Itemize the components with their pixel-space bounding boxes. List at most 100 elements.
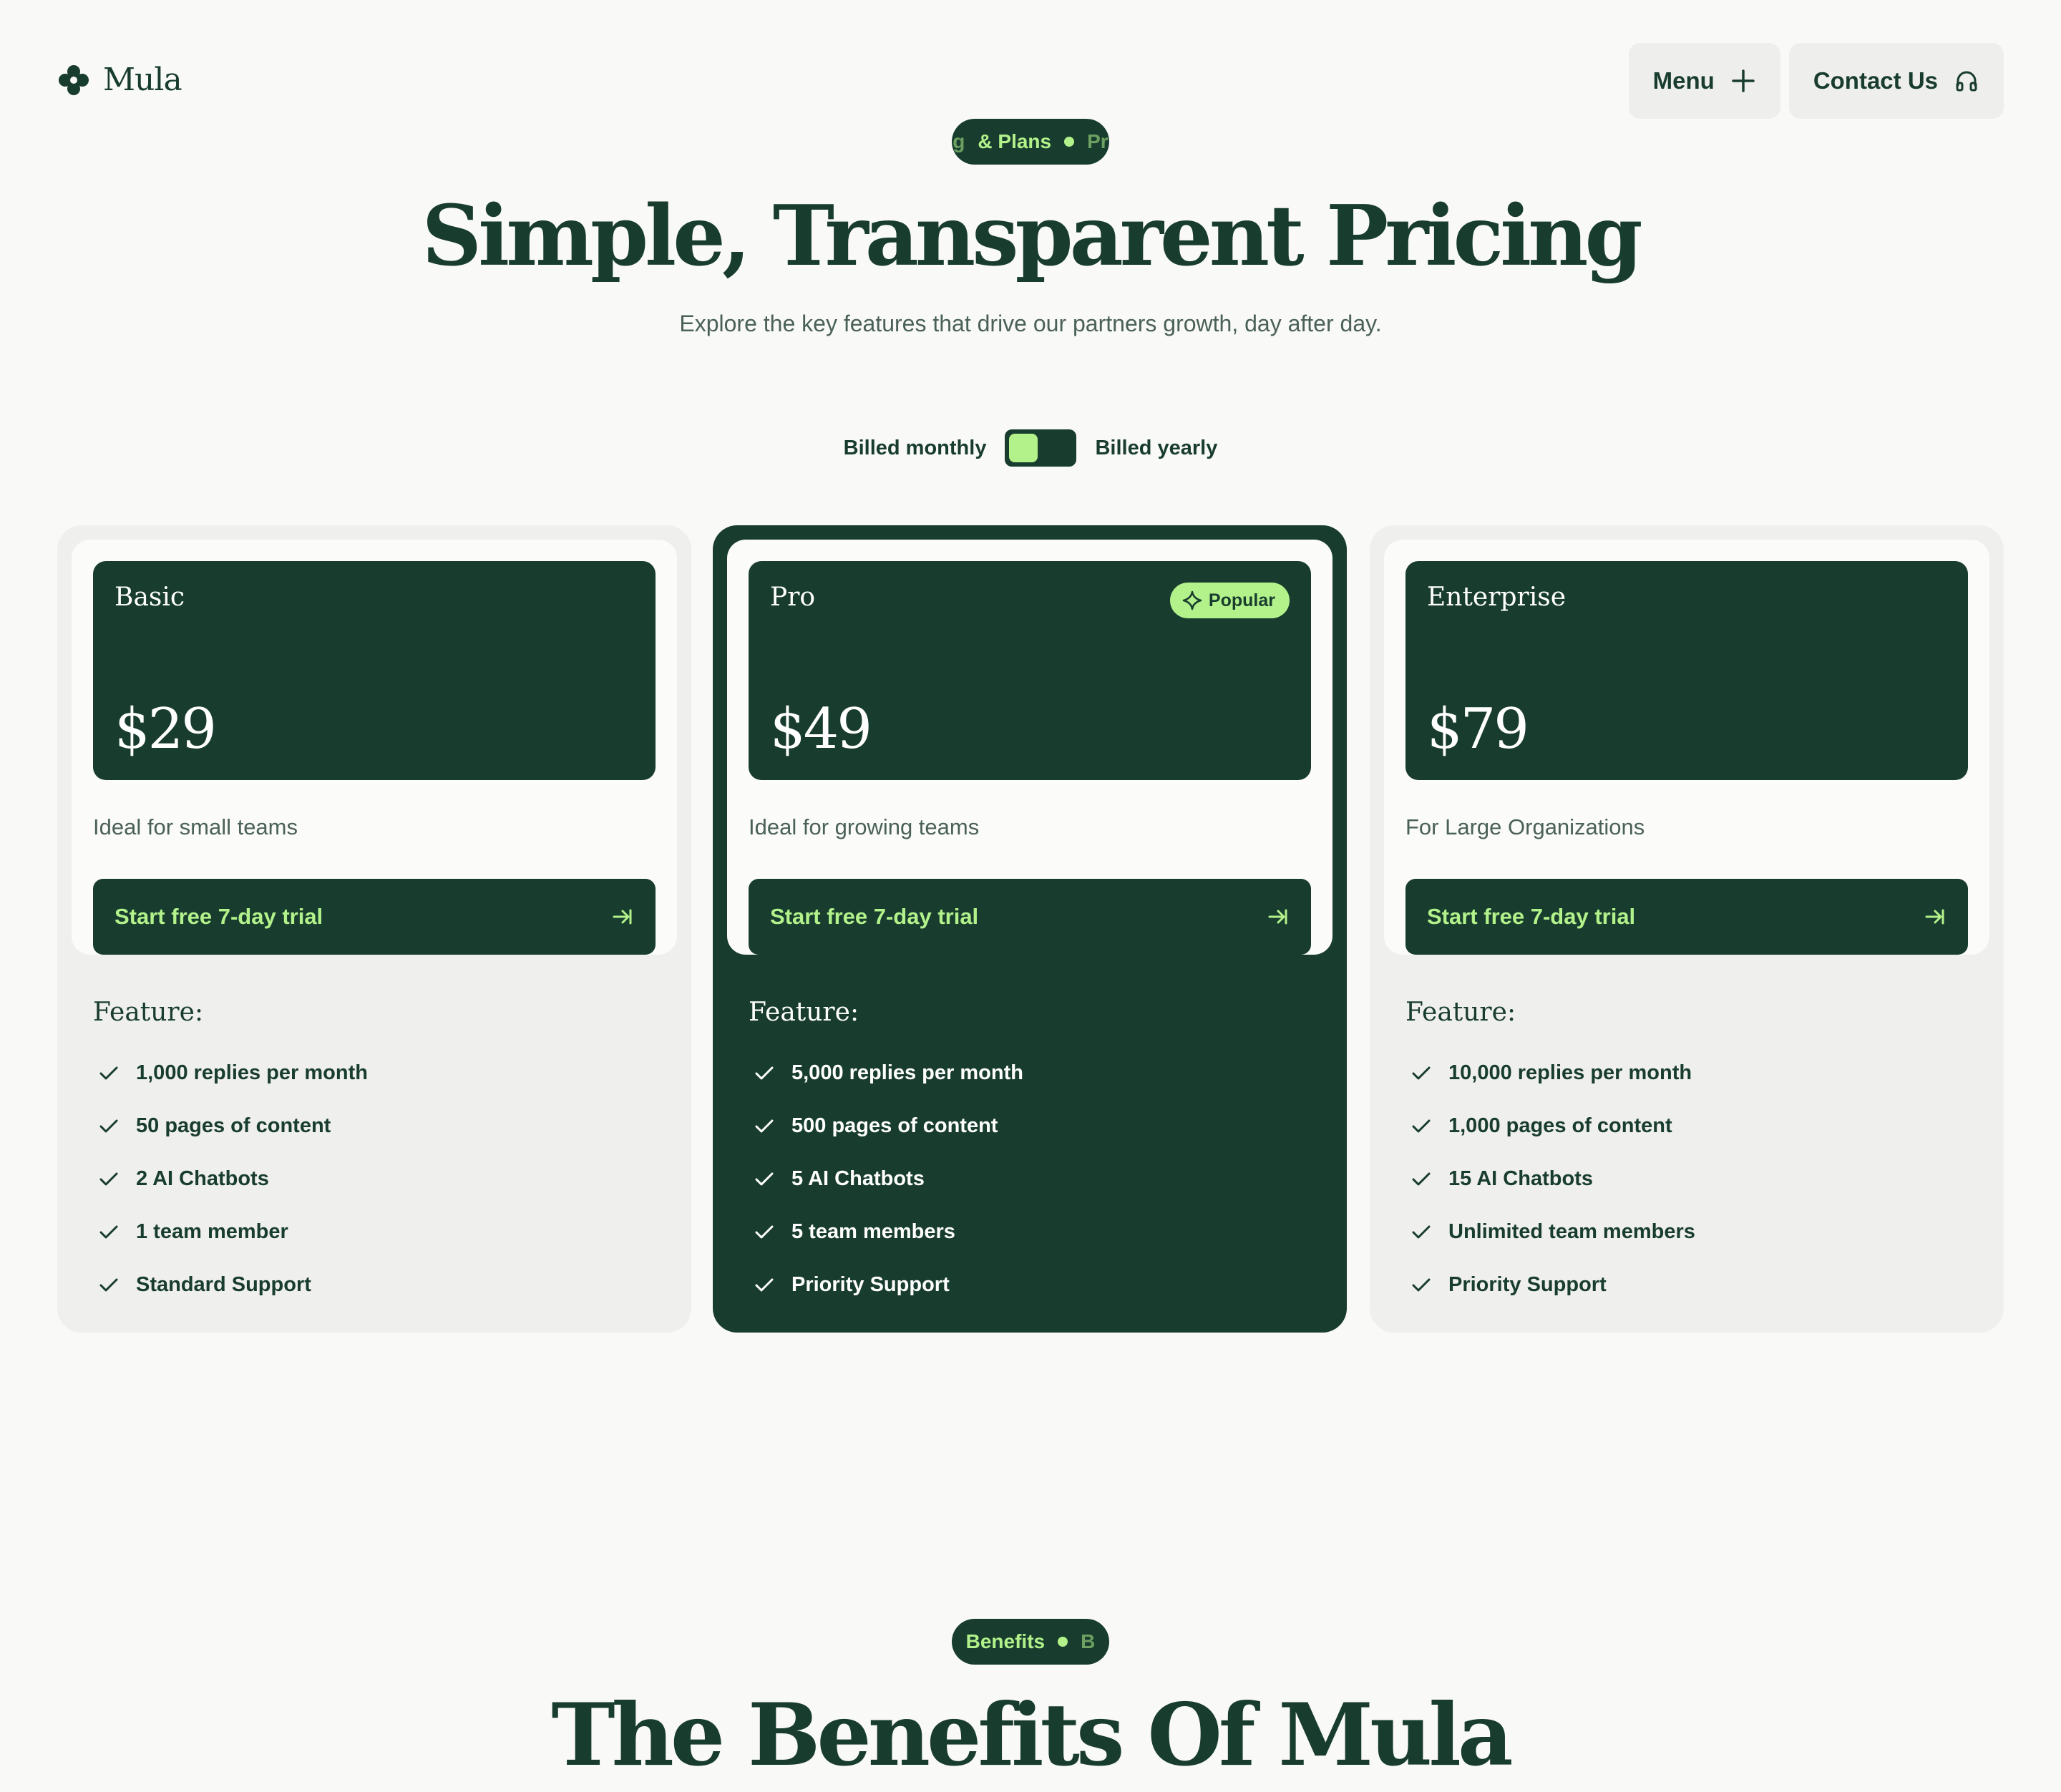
- feature-text: 50 pages of content: [136, 1114, 331, 1137]
- feature-text: 1 team member: [136, 1219, 288, 1243]
- pill-dot: [1058, 1637, 1068, 1647]
- feature-item: 1,000 pages of content: [1410, 1099, 1695, 1152]
- feature-list: 1,000 replies per month 50 pages of cont…: [97, 1046, 368, 1311]
- cta-label: Start free 7-day trial: [1427, 904, 1636, 929]
- price-box: Basic $29: [93, 561, 656, 780]
- feature-item: 10,000 replies per month: [1410, 1046, 1695, 1099]
- feature-list: 10,000 replies per month 1,000 pages of …: [1410, 1046, 1695, 1311]
- feature-text: 5,000 replies per month: [791, 1061, 1023, 1084]
- billing-toggle[interactable]: [1005, 429, 1077, 467]
- benefits-pill: Benefits B: [952, 1619, 1109, 1665]
- price-box: Enterprise $79: [1405, 561, 1968, 780]
- check-icon: [99, 1119, 118, 1133]
- feature-item: Standard Support: [97, 1258, 368, 1311]
- feature-item: 1 team member: [97, 1205, 368, 1258]
- sparkle-icon: [1182, 590, 1202, 610]
- menu-label: Menu: [1652, 67, 1715, 94]
- pill-fragment-right: B: [1081, 1630, 1096, 1652]
- cta-label: Start free 7-day trial: [114, 904, 323, 929]
- popular-badge: Popular: [1169, 583, 1290, 618]
- benefits-title: The Benefits Of Mula: [551, 1685, 1513, 1786]
- feature-text: 5 team members: [791, 1219, 955, 1243]
- pill-label: Benefits: [965, 1630, 1046, 1652]
- clover-icon: [59, 64, 89, 95]
- arrow-right-icon: [1268, 909, 1287, 925]
- feature-text: 15 AI Chatbots: [1448, 1167, 1593, 1190]
- plan-price: $49: [770, 697, 872, 761]
- pill-label: & Plans: [978, 130, 1052, 152]
- contact-label: Contact Us: [1813, 67, 1938, 94]
- check-icon: [99, 1066, 118, 1080]
- feature-list: 5,000 replies per month 500 pages of con…: [753, 1046, 1023, 1311]
- feature-text: 2 AI Chatbots: [136, 1167, 269, 1190]
- brand-logo[interactable]: Mula: [57, 62, 182, 98]
- feature-title: Feature:: [93, 998, 204, 1027]
- contact-us-button[interactable]: Contact Us: [1788, 43, 2004, 119]
- feature-title: Feature:: [749, 998, 859, 1027]
- feature-item: 15 AI Chatbots: [1410, 1152, 1695, 1205]
- feature-item: 500 pages of content: [753, 1099, 1023, 1152]
- plan-header: Pro Popular $49 Ideal for growing teams …: [727, 540, 1332, 955]
- check-icon: [1412, 1172, 1431, 1186]
- section-pill: g & Plans Pr: [952, 119, 1109, 165]
- feature-item: 5,000 replies per month: [753, 1046, 1023, 1099]
- plan-header: Enterprise $79 For Large Organizations S…: [1384, 540, 1989, 955]
- billed-monthly-label[interactable]: Billed monthly: [844, 437, 987, 460]
- plan-price: $29: [114, 697, 217, 761]
- page-subtitle: Explore the key features that drive our …: [679, 311, 1382, 336]
- feature-text: Standard Support: [136, 1272, 311, 1296]
- badge-label: Popular: [1208, 590, 1275, 610]
- feature-text: 1,000 replies per month: [136, 1061, 368, 1084]
- feature-text: Priority Support: [1448, 1272, 1607, 1296]
- plan-card-pro: Pro Popular $49 Ideal for growing teams …: [713, 525, 1347, 1333]
- feature-text: Priority Support: [791, 1272, 950, 1296]
- plan-description: Ideal for small teams: [93, 814, 298, 839]
- start-trial-button[interactable]: Start free 7-day trial: [1405, 879, 1968, 955]
- feature-title: Feature:: [1405, 998, 1516, 1027]
- feature-item: 5 AI Chatbots: [753, 1152, 1023, 1205]
- feature-item: Unlimited team members: [1410, 1205, 1695, 1258]
- feature-text: 10,000 replies per month: [1448, 1061, 1692, 1084]
- check-icon: [99, 1225, 118, 1239]
- plan-name: Pro: [770, 583, 816, 612]
- start-trial-button[interactable]: Start free 7-day trial: [93, 879, 656, 955]
- arrow-right-icon: [1925, 909, 1944, 925]
- billing-toggle-group: Billed monthly Billed yearly: [0, 429, 2061, 467]
- check-icon: [755, 1172, 774, 1186]
- check-icon: [99, 1278, 118, 1292]
- check-icon: [755, 1278, 774, 1292]
- price-box: Pro Popular $49: [749, 561, 1311, 780]
- feature-text: 1,000 pages of content: [1448, 1114, 1672, 1137]
- check-icon: [755, 1066, 774, 1080]
- plan-card-enterprise: Enterprise $79 For Large Organizations S…: [1370, 525, 2004, 1333]
- toggle-knob: [1009, 434, 1038, 462]
- plan-name: Basic: [114, 583, 185, 612]
- pill-fragment-left: g: [952, 130, 965, 152]
- arrow-right-icon: [613, 909, 632, 925]
- check-icon: [1412, 1225, 1431, 1239]
- feature-item: Priority Support: [1410, 1258, 1695, 1311]
- feature-text: Unlimited team members: [1448, 1219, 1695, 1243]
- check-icon: [755, 1119, 774, 1133]
- plan-description: Ideal for growing teams: [749, 814, 980, 839]
- feature-item: 5 team members: [753, 1205, 1023, 1258]
- feature-item: 50 pages of content: [97, 1099, 368, 1152]
- feature-item: Priority Support: [753, 1258, 1023, 1311]
- check-icon: [1412, 1278, 1431, 1292]
- top-nav: Menu Contact Us: [1628, 43, 2004, 119]
- plus-icon: [1732, 69, 1755, 92]
- plan-price: $79: [1427, 697, 1529, 761]
- plan-name: Enterprise: [1427, 583, 1566, 612]
- plan-description: For Large Organizations: [1405, 814, 1645, 839]
- start-trial-button[interactable]: Start free 7-day trial: [749, 879, 1311, 955]
- feature-item: 2 AI Chatbots: [97, 1152, 368, 1205]
- check-icon: [755, 1225, 774, 1239]
- plan-header: Basic $29 Ideal for small teams Start fr…: [72, 540, 677, 955]
- plan-card-basic: Basic $29 Ideal for small teams Start fr…: [57, 525, 691, 1333]
- feature-text: 5 AI Chatbots: [791, 1167, 925, 1190]
- headphones-icon: [1956, 71, 1977, 92]
- check-icon: [99, 1172, 118, 1186]
- billed-yearly-label[interactable]: Billed yearly: [1095, 437, 1217, 460]
- menu-button[interactable]: Menu: [1628, 43, 1780, 119]
- brand-name: Mula: [103, 62, 182, 98]
